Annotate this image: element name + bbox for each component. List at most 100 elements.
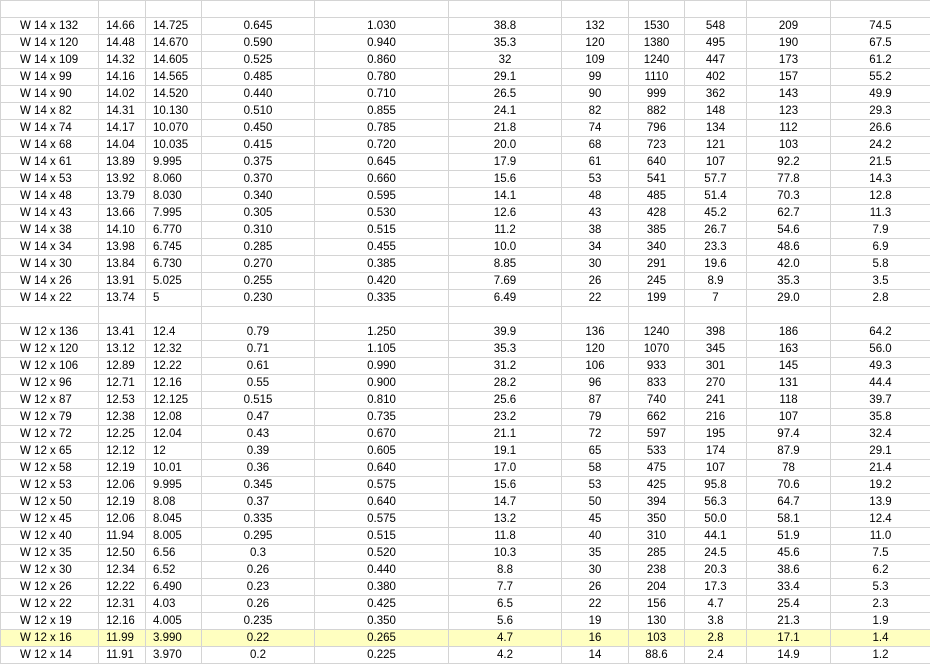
cell-section-modulus[interactable]: 51.9 — [747, 528, 831, 545]
cell-weight[interactable]: 22 — [562, 290, 629, 307]
cell-torsion[interactable]: 55.2 — [831, 69, 930, 86]
cell-flange-thickness[interactable]: 0.350 — [315, 613, 449, 630]
cell-weight[interactable]: 106 — [562, 358, 629, 375]
cell-area[interactable]: 21.1 — [449, 426, 562, 443]
cell-web-thickness[interactable]: 0.310 — [202, 222, 315, 239]
cell-weight[interactable]: 40 — [562, 528, 629, 545]
cell-depth[interactable]: 13.92 — [99, 171, 146, 188]
cell-moment-x[interactable]: 1110 — [629, 69, 685, 86]
cell-section-modulus[interactable]: 123 — [747, 103, 831, 120]
cell-area[interactable]: 7.69 — [449, 273, 562, 290]
cell-flange-thickness[interactable]: 0.940 — [315, 35, 449, 52]
cell-flange-width[interactable]: 8.045 — [146, 511, 202, 528]
cell-section-modulus[interactable]: 186 — [747, 324, 831, 341]
cell-area[interactable]: 29.1 — [449, 69, 562, 86]
cell-weight[interactable]: 99 — [562, 69, 629, 86]
cell-weight[interactable]: 53 — [562, 171, 629, 188]
cell-depth[interactable]: 14.31 — [99, 103, 146, 120]
cell-section-modulus[interactable]: 48.6 — [747, 239, 831, 256]
cell-depth[interactable]: 12.25 — [99, 426, 146, 443]
cell-torsion[interactable]: 1.2 — [831, 647, 930, 664]
cell-moment-x[interactable]: 640 — [629, 154, 685, 171]
cell-torsion[interactable]: 26.6 — [831, 120, 930, 137]
cell-web-thickness[interactable]: 0.450 — [202, 120, 315, 137]
cell-depth[interactable]: 14.17 — [99, 120, 146, 137]
cell-shape-designation[interactable]: W 12 x 106 — [1, 358, 99, 375]
cell-weight[interactable]: 82 — [562, 103, 629, 120]
cell-weight[interactable]: 120 — [562, 341, 629, 358]
cell-shape-designation[interactable]: W 12 x 19 — [1, 613, 99, 630]
cell-flange-width[interactable]: 10.070 — [146, 120, 202, 137]
cell-web-thickness[interactable] — [202, 1, 315, 18]
cell-moment-x[interactable]: 882 — [629, 103, 685, 120]
cell-depth[interactable]: 12.19 — [99, 494, 146, 511]
cell-moment-x[interactable]: 88.6 — [629, 647, 685, 664]
cell-depth[interactable]: 13.66 — [99, 205, 146, 222]
cell-flange-thickness[interactable]: 1.250 — [315, 324, 449, 341]
cell-shape-designation[interactable]: W 14 x 99 — [1, 69, 99, 86]
cell-web-thickness[interactable]: 0.305 — [202, 205, 315, 222]
cell-web-thickness[interactable]: 0.26 — [202, 596, 315, 613]
cell-depth[interactable]: 14.10 — [99, 222, 146, 239]
cell-flange-width[interactable]: 14.605 — [146, 52, 202, 69]
cell-weight[interactable]: 30 — [562, 256, 629, 273]
cell-shape-designation[interactable] — [1, 307, 99, 324]
cell-depth[interactable]: 12.38 — [99, 409, 146, 426]
cell-depth[interactable]: 14.16 — [99, 69, 146, 86]
cell-flange-thickness[interactable]: 0.455 — [315, 239, 449, 256]
cell-shape-designation[interactable]: W 14 x 30 — [1, 256, 99, 273]
cell-moment-x[interactable] — [629, 1, 685, 18]
cell-section-modulus[interactable]: 33.4 — [747, 579, 831, 596]
cell-moment-y[interactable]: 19.6 — [685, 256, 747, 273]
cell-flange-width[interactable]: 10.035 — [146, 137, 202, 154]
cell-torsion[interactable]: 12.4 — [831, 511, 930, 528]
cell-web-thickness[interactable]: 0.340 — [202, 188, 315, 205]
cell-moment-y[interactable]: 7 — [685, 290, 747, 307]
cell-torsion[interactable]: 14.3 — [831, 171, 930, 188]
cell-section-modulus[interactable]: 25.4 — [747, 596, 831, 613]
cell-moment-y[interactable]: 301 — [685, 358, 747, 375]
cell-moment-x[interactable]: 156 — [629, 596, 685, 613]
cell-flange-thickness[interactable]: 0.645 — [315, 154, 449, 171]
cell-moment-y[interactable]: 495 — [685, 35, 747, 52]
cell-web-thickness[interactable]: 0.345 — [202, 477, 315, 494]
cell-weight[interactable]: 48 — [562, 188, 629, 205]
cell-torsion[interactable]: 64.2 — [831, 324, 930, 341]
cell-torsion[interactable]: 74.5 — [831, 18, 930, 35]
cell-web-thickness[interactable]: 0.55 — [202, 375, 315, 392]
cell-moment-x[interactable]: 425 — [629, 477, 685, 494]
cell-moment-x[interactable]: 485 — [629, 188, 685, 205]
cell-shape-designation[interactable]: W 14 x 132 — [1, 18, 99, 35]
cell-web-thickness[interactable]: 0.43 — [202, 426, 315, 443]
cell-moment-x[interactable]: 999 — [629, 86, 685, 103]
cell-moment-y[interactable]: 44.1 — [685, 528, 747, 545]
cell-moment-x[interactable]: 541 — [629, 171, 685, 188]
cell-section-modulus[interactable]: 103 — [747, 137, 831, 154]
cell-weight[interactable]: 34 — [562, 239, 629, 256]
cell-moment-y[interactable]: 20.3 — [685, 562, 747, 579]
cell-moment-y[interactable]: 107 — [685, 154, 747, 171]
cell-moment-x[interactable]: 933 — [629, 358, 685, 375]
cell-depth[interactable]: 13.79 — [99, 188, 146, 205]
cell-weight[interactable]: 109 — [562, 52, 629, 69]
cell-flange-width[interactable]: 10.130 — [146, 103, 202, 120]
cell-flange-width[interactable]: 8.005 — [146, 528, 202, 545]
cell-area[interactable]: 14.1 — [449, 188, 562, 205]
cell-moment-y[interactable]: 51.4 — [685, 188, 747, 205]
cell-torsion[interactable]: 49.3 — [831, 358, 930, 375]
cell-web-thickness[interactable]: 0.71 — [202, 341, 315, 358]
cell-moment-x[interactable]: 740 — [629, 392, 685, 409]
cell-area[interactable]: 15.6 — [449, 171, 562, 188]
cell-torsion[interactable]: 21.5 — [831, 154, 930, 171]
cell-flange-thickness[interactable]: 0.605 — [315, 443, 449, 460]
cell-torsion[interactable]: 56.0 — [831, 341, 930, 358]
cell-weight[interactable]: 50 — [562, 494, 629, 511]
cell-flange-thickness[interactable]: 0.265 — [315, 630, 449, 647]
cell-torsion[interactable]: 11.3 — [831, 205, 930, 222]
cell-torsion[interactable]: 1.9 — [831, 613, 930, 630]
cell-weight[interactable]: 35 — [562, 545, 629, 562]
cell-area[interactable]: 31.2 — [449, 358, 562, 375]
cell-flange-thickness[interactable]: 1.030 — [315, 18, 449, 35]
cell-shape-designation[interactable] — [1, 1, 99, 18]
cell-weight[interactable]: 72 — [562, 426, 629, 443]
